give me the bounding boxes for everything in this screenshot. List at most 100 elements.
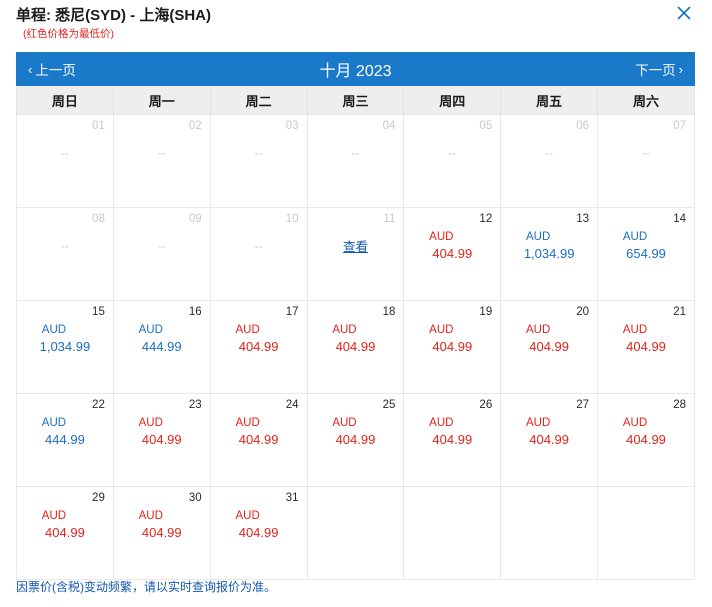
cell-content: AUD 404.99 [598, 323, 694, 355]
calendar-cell-day-29[interactable]: 29 AUD 404.99 [16, 486, 114, 580]
fare-price[interactable]: AUD 404.99 [404, 230, 500, 262]
fare-price[interactable]: AUD 404.99 [501, 416, 597, 448]
calendar-cell-day-02: 02 -- [112, 114, 211, 208]
currency-code: AUD [526, 417, 551, 429]
cell-content: -- [501, 137, 597, 163]
calendar-cell-day-18[interactable]: 18 AUD 404.99 [306, 300, 405, 394]
fare-price[interactable]: AUD 404.99 [501, 323, 597, 355]
day-number: 15 [92, 306, 105, 318]
calendar-cell-day-06: 06 -- [500, 114, 599, 208]
day-number: 16 [188, 306, 202, 318]
fare-amount: 404.99 [626, 432, 666, 447]
fare-price[interactable]: AUD 404.99 [114, 509, 210, 541]
close-icon[interactable] [675, 4, 693, 22]
calendar-cell-day-19[interactable]: 19 AUD 404.99 [403, 300, 502, 394]
day-number: 04 [382, 120, 396, 132]
fare-price[interactable]: AUD 404.99 [598, 323, 694, 355]
fare-price[interactable]: AUD 404.99 [211, 416, 307, 448]
fare-price[interactable]: AUD 404.99 [598, 416, 694, 448]
cell-content: AUD 404.99 [211, 416, 307, 448]
calendar-cell-day-16[interactable]: 16 AUD 444.99 [112, 300, 211, 394]
no-fare-marker: -- [351, 146, 360, 160]
no-fare-marker: -- [545, 146, 554, 160]
calendar-cell-day-22[interactable]: 22 AUD 444.99 [16, 393, 114, 487]
day-number: 03 [285, 120, 299, 132]
cell-content: AUD 654.99 [598, 230, 694, 262]
day-number: 27 [576, 399, 590, 411]
day-number: 26 [479, 399, 493, 411]
cell-content: AUD 404.99 [114, 509, 210, 541]
calendar-cell-empty [306, 486, 405, 580]
calendar-cell-day-24[interactable]: 24 AUD 404.99 [209, 393, 308, 487]
day-number: 23 [188, 399, 202, 411]
currency-code: AUD [429, 231, 454, 243]
calendar-cell-empty [500, 486, 599, 580]
fare-price[interactable]: AUD 404.99 [404, 323, 500, 355]
fare-amount: 404.99 [432, 246, 473, 261]
day-number: 02 [188, 120, 202, 132]
calendar-cell-day-27[interactable]: 27 AUD 404.99 [500, 393, 599, 487]
day-number: 19 [479, 306, 493, 318]
fare-price[interactable]: AUD 1,034.99 [17, 323, 113, 355]
lowest-price-legend: (红色价格为最低价) [23, 28, 114, 40]
calendar-cell-empty [597, 486, 695, 580]
weekday-header-2: 周二 [209, 86, 308, 115]
calendar-cell-day-31[interactable]: 31 AUD 404.99 [209, 486, 308, 580]
calendar-cell-day-26[interactable]: 26 AUD 404.99 [403, 393, 502, 487]
calendar-cell-day-21[interactable]: 21 AUD 404.99 [597, 300, 695, 394]
calendar-cell-day-20[interactable]: 20 AUD 404.99 [500, 300, 599, 394]
fare-price[interactable]: AUD 404.99 [308, 416, 404, 448]
chevron-left-icon: ‹ [28, 61, 33, 77]
fare-price[interactable]: AUD 444.99 [17, 416, 113, 448]
fare-amount: 404.99 [529, 432, 570, 447]
fare-price[interactable]: AUD 404.99 [211, 323, 307, 355]
calendar-cell-day-30[interactable]: 30 AUD 404.99 [112, 486, 211, 580]
calendar-cell-day-01: 01 -- [16, 114, 114, 208]
cell-content: -- [211, 230, 307, 256]
fare-amount: 444.99 [141, 339, 182, 354]
day-number: 17 [285, 306, 299, 318]
calendar-cell-day-28[interactable]: 28 AUD 404.99 [597, 393, 695, 487]
fare-price[interactable]: AUD 404.99 [17, 509, 113, 541]
calendar-week-row: 15 AUD 1,034.99 16 AUD 444.99 17 AUD 404.99 18 AUD… [16, 300, 695, 394]
currency-code: AUD [41, 417, 67, 429]
calendar-cell-day-15[interactable]: 15 AUD 1,034.99 [16, 300, 114, 394]
fare-price[interactable]: AUD 404.99 [211, 509, 307, 541]
calendar-cell-day-25[interactable]: 25 AUD 404.99 [306, 393, 405, 487]
day-number: 20 [576, 306, 590, 318]
calendar-cell-day-14[interactable]: 14 AUD 654.99 [597, 207, 695, 301]
view-fare-link[interactable]: 查看 [343, 236, 368, 255]
fare-price[interactable]: AUD 404.99 [114, 416, 210, 448]
calendar-cell-day-03: 03 -- [209, 114, 308, 208]
calendar-week-row: 29 AUD 404.99 30 AUD 404.99 31 AUD 404.99 [16, 486, 695, 580]
fare-amount: 404.99 [626, 339, 666, 354]
chevron-right-icon: › [678, 61, 683, 77]
fare-amount: 404.99 [238, 525, 279, 540]
weekday-header-6: 周六 [597, 86, 695, 115]
day-number: 10 [285, 213, 299, 225]
calendar-cell-day-17[interactable]: 17 AUD 404.99 [209, 300, 308, 394]
fare-price[interactable]: AUD 654.99 [598, 230, 694, 262]
prev-page-button[interactable]: ‹ 上一页 [28, 59, 76, 79]
cell-content: AUD 444.99 [114, 323, 210, 355]
cell-content: 查看 [308, 230, 404, 256]
calendar-cell-day-13[interactable]: 13 AUD 1,034.99 [500, 207, 599, 301]
fare-amount: 444.99 [45, 432, 85, 447]
fare-price[interactable]: AUD 1,034.99 [501, 230, 597, 262]
currency-code: AUD [41, 510, 67, 522]
cell-content: AUD 1,034.99 [17, 323, 113, 355]
fare-price[interactable]: AUD 444.99 [114, 323, 210, 355]
calendar-cell-day-12[interactable]: 12 AUD 404.99 [403, 207, 502, 301]
calendar-cell-day-23[interactable]: 23 AUD 404.99 [112, 393, 211, 487]
currency-code: AUD [332, 324, 357, 336]
fare-price[interactable]: AUD 404.99 [404, 416, 500, 448]
cell-content: -- [308, 137, 404, 163]
no-fare-marker: -- [254, 239, 263, 253]
day-number: 31 [285, 492, 299, 504]
currency-code: AUD [235, 324, 260, 336]
calendar-cell-day-11[interactable]: 11 查看 [306, 207, 405, 301]
day-number: 07 [673, 120, 686, 132]
cell-content: -- [114, 230, 210, 256]
fare-price[interactable]: AUD 404.99 [308, 323, 404, 355]
next-page-button[interactable]: 下一页 › [635, 59, 683, 79]
